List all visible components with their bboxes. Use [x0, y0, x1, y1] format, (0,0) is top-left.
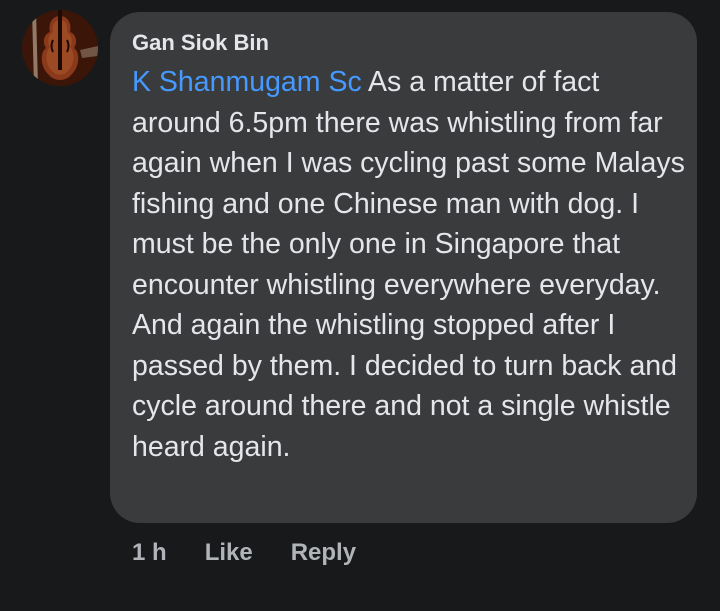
comment-text: K Shanmugam Sc As a matter of fact aroun…: [132, 62, 688, 467]
comment-author-name[interactable]: Gan Siok Bin: [132, 30, 269, 56]
avatar[interactable]: [22, 10, 98, 86]
mention-link[interactable]: K Shanmugam Sc: [132, 66, 362, 98]
like-button[interactable]: Like: [205, 538, 253, 568]
comment-body: As a matter of fact around 6.5pm there w…: [132, 66, 685, 463]
violin-icon: [22, 10, 98, 86]
reply-button[interactable]: Reply: [291, 538, 356, 568]
comment-timestamp[interactable]: 1 h: [132, 538, 167, 568]
comment-actions: 1 h Like Reply: [132, 538, 356, 568]
comment-bubble: Gan Siok Bin K Shanmugam Sc As a matter …: [110, 12, 697, 523]
